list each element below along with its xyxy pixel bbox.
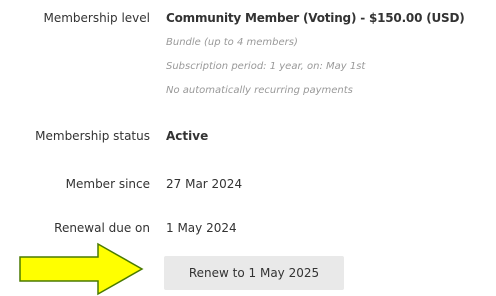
arrow-right-icon [19, 242, 144, 296]
renew-button[interactable]: Renew to 1 May 2025 [164, 256, 344, 290]
membership-level-note-recurring: No automatically recurring payments [166, 85, 353, 96]
membership-status-value: Active [166, 129, 209, 143]
member-since-label: Member since [65, 177, 150, 191]
membership-level-value: Community Member (Voting) - $150.00 (USD… [166, 11, 465, 25]
renewal-due-label: Renewal due on [54, 221, 150, 235]
membership-level-note-period: Subscription period: 1 year, on: May 1st [166, 61, 366, 72]
membership-status-label: Membership status [35, 129, 150, 143]
membership-level-note-bundle: Bundle (up to 4 members) [166, 37, 298, 48]
renewal-due-value: 1 May 2024 [166, 221, 237, 235]
member-since-value: 27 Mar 2024 [166, 177, 243, 191]
membership-level-label: Membership level [43, 11, 150, 25]
